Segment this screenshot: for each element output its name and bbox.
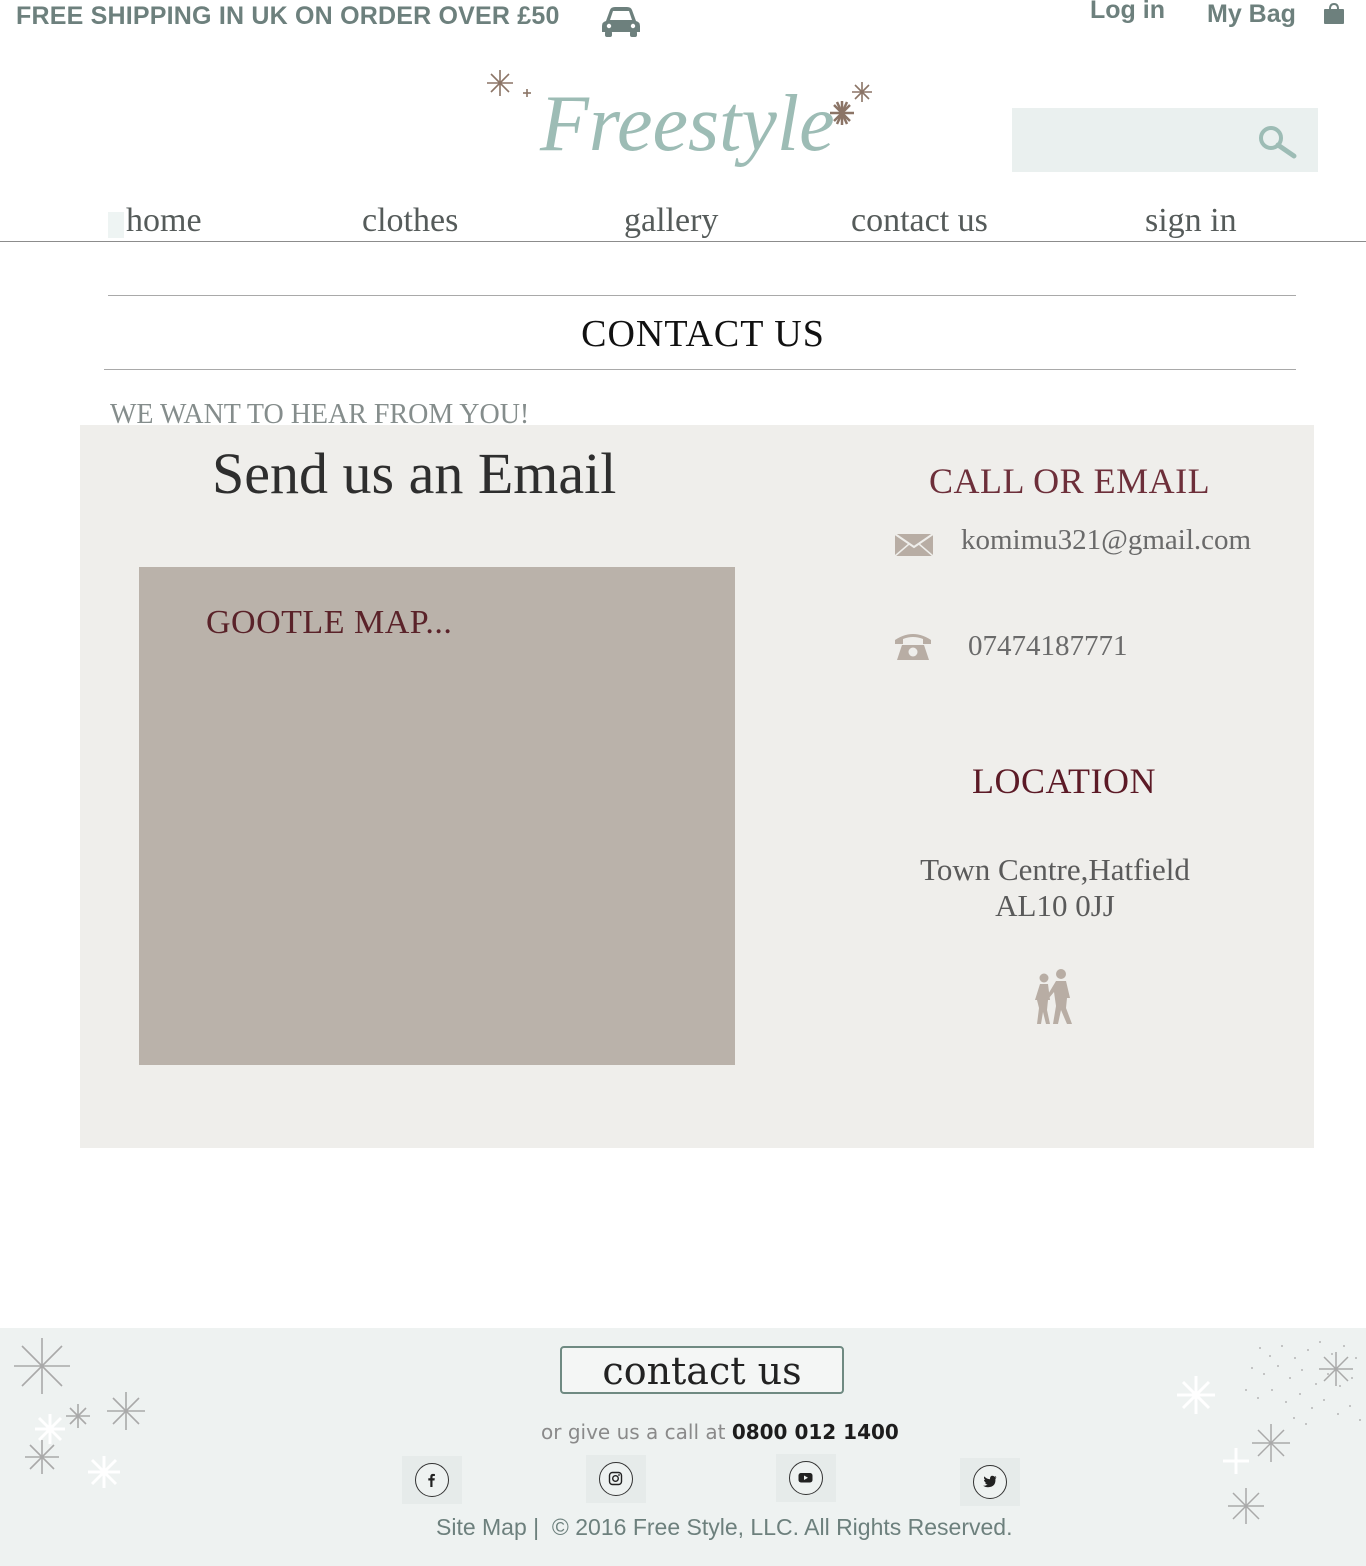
nav-sign-in[interactable]: sign in	[1145, 202, 1237, 240]
nav-gallery[interactable]: gallery	[624, 202, 718, 240]
log-in-link[interactable]: Log in	[1090, 0, 1165, 25]
call-or-email-heading: CALL OR EMAIL	[929, 461, 1211, 501]
contact-phone[interactable]: 07474187771	[968, 630, 1128, 663]
nav-divider	[0, 241, 1366, 242]
nav-home[interactable]: home	[126, 202, 202, 240]
send-email-heading: Send us an Email	[212, 441, 617, 506]
page-title: CONTACT US	[581, 313, 825, 355]
title-rule-top	[108, 295, 1296, 296]
envelope-icon	[894, 533, 934, 557]
address-line-1: Town Centre,Hatfield	[920, 852, 1190, 887]
address-line-2: AL10 0JJ	[995, 888, 1115, 923]
footer-call-line: or give us a call at 0800 012 1400	[541, 1420, 899, 1444]
instagram-icon[interactable]	[599, 1462, 633, 1496]
contact-email[interactable]: komimu321@gmail.com	[961, 524, 1251, 557]
nav-contact-us[interactable]: contact us	[851, 202, 988, 240]
home-highlight	[108, 212, 124, 238]
telephone-icon	[895, 634, 931, 660]
location-heading: LOCATION	[972, 761, 1156, 801]
footer-contact-us-button[interactable]: contact us	[560, 1346, 844, 1394]
call-number[interactable]: 0800 012 1400	[732, 1420, 899, 1444]
nav-clothes[interactable]: clothes	[362, 202, 458, 240]
freestyle-logo[interactable]: Freestyle	[480, 62, 880, 182]
free-shipping-banner: FREE SHIPPING IN UK ON ORDER OVER £50	[16, 2, 560, 30]
site-map-link[interactable]: Site Map |	[436, 1514, 539, 1540]
walking-people-icon	[1035, 969, 1072, 1024]
search-icon[interactable]	[1256, 124, 1298, 160]
copyright-text: © 2016 Free Style, LLC. All Rights Reser…	[551, 1514, 1013, 1540]
call-prefix: or give us a call at	[541, 1420, 726, 1444]
twitter-icon[interactable]	[973, 1465, 1007, 1499]
title-rule-bottom	[104, 369, 1296, 370]
snowflakes-decoration-right	[1177, 1341, 1361, 1524]
shopping-bag-icon[interactable]	[1322, 2, 1346, 26]
svg-text:Freestyle: Freestyle	[539, 80, 835, 168]
car-icon	[602, 7, 640, 37]
map-label: GOOTLE MAP...	[206, 604, 453, 641]
youtube-icon[interactable]	[789, 1461, 823, 1495]
my-bag-link[interactable]: My Bag	[1207, 0, 1296, 29]
address: Town Centre,Hatfield AL10 0JJ	[900, 852, 1210, 924]
facebook-icon[interactable]	[415, 1463, 449, 1497]
search-input[interactable]	[1012, 108, 1270, 172]
snowflakes-decoration	[14, 1338, 145, 1488]
footer-legal: Site Map | © 2016 Free Style, LLC. All R…	[436, 1514, 1012, 1541]
